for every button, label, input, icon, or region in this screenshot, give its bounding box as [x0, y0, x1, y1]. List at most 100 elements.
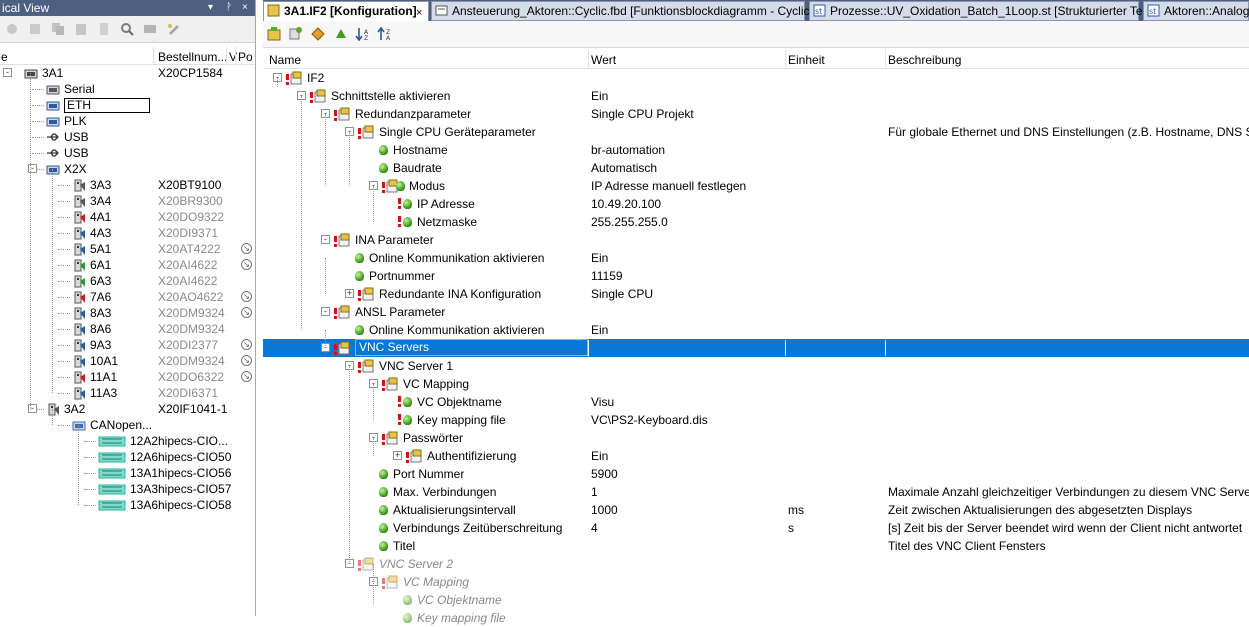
tree-node-4a1[interactable]: 4A1 X20DO9322 — [0, 209, 255, 225]
tree-node-8a6[interactable]: 8A6 X20DM9324 — [0, 321, 255, 337]
parameter-group-row[interactable]: - IF2 — [263, 69, 1249, 87]
parameter-row[interactable]: Key mapping file VC\PS2-Keyboard.dis — [263, 411, 1249, 429]
tab-close-icon[interactable]: × — [416, 4, 422, 22]
tree-node-3a1[interactable]: - 3A1 X20CP1584 — [0, 65, 255, 81]
collapse-icon[interactable]: - — [3, 68, 12, 77]
hardware-icon[interactable] — [142, 22, 158, 36]
copy-icon[interactable] — [50, 22, 66, 36]
column-value[interactable]: Wert — [591, 53, 616, 67]
parameter-value[interactable]: br-automation — [591, 141, 665, 159]
tree-node-3a4[interactable]: 3A4 X20BR9300 — [0, 193, 255, 209]
parameter-group-row[interactable]: - INA Parameter — [263, 231, 1249, 249]
expand-icon[interactable]: + — [345, 289, 354, 298]
tree-node-plk[interactable]: PLK — [0, 113, 255, 129]
tree-node-serial[interactable]: Serial — [0, 81, 255, 97]
tree-node-12a2[interactable]: 12A2 hipecs-CIO... — [0, 433, 255, 449]
panel-menu-icon[interactable]: ▾ — [208, 0, 213, 16]
parameter-row[interactable]: Hostname br-automation — [263, 141, 1249, 159]
parameter-value[interactable]: 255.255.255.0 — [591, 213, 668, 231]
parameter-value[interactable]: 1000 — [591, 501, 618, 519]
parameter-group-row[interactable]: + Redundante INA Konfiguration Single CPU — [263, 285, 1249, 303]
parameter-row[interactable]: Titel Titel des VNC Client Fensters — [263, 537, 1249, 555]
parameter-value[interactable]: VC\PS2-Keyboard.dis — [591, 411, 708, 429]
parameter-row[interactable]: Online Kommunikation aktivieren Ein — [263, 249, 1249, 267]
parameter-value[interactable]: Ein — [591, 87, 608, 105]
tree-node-13a3[interactable]: 13A3 hipecs-CIO57 — [0, 481, 255, 497]
find-icon[interactable] — [119, 22, 135, 36]
parameter-row[interactable]: Max. Verbindungen 1 Maximale Anzahl gleich… — [263, 483, 1249, 501]
parameter-row[interactable]: Aktualisierungsintervall 1000 ms Zeit zwisc… — [263, 501, 1249, 519]
paste-icon[interactable] — [73, 22, 89, 36]
parameter-value[interactable]: Single CPU — [591, 285, 653, 303]
tree-node-canopen-[interactable]: CANopen... — [0, 417, 255, 433]
tree-node-6a3[interactable]: 6A3 X20AI4622 — [0, 273, 255, 289]
collapse-icon[interactable]: - — [321, 307, 330, 316]
parameter-row[interactable]: Key mapping file — [263, 609, 1249, 627]
parameter-group-row[interactable]: - Single CPU Geräteparameter Für globale E… — [263, 123, 1249, 141]
tree-node-11a1[interactable]: 11A1 X20DO6322 ↘ — [0, 369, 255, 385]
tree-node-10a1[interactable]: 10A1 X20DM9324 ↘ — [0, 353, 255, 369]
properties-icon[interactable] — [27, 22, 43, 36]
tree-node-12a6[interactable]: 12A6 hipecs-CIO50 — [0, 449, 255, 465]
tab-cyclic-fbd[interactable]: Ansteuerung_Aktoren::Cyclic.fbd [Funktio… — [431, 1, 813, 21]
parameter-row[interactable]: IP Adresse 10.49.20.100 — [263, 195, 1249, 213]
rename-field[interactable]: ETH — [64, 98, 150, 113]
parameter-group-row[interactable]: - Schnittstelle aktivieren Ein — [263, 87, 1249, 105]
parameter-group-row[interactable]: - VC Mapping — [263, 573, 1249, 591]
parameter-row[interactable]: Portnummer 11159 — [263, 267, 1249, 285]
parameter-row[interactable]: Netzmaske 255.255.255.0 — [263, 213, 1249, 231]
collapse-icon[interactable]: - — [321, 235, 330, 244]
sort-ascending-icon[interactable]: ZA — [377, 26, 393, 42]
parameter-value[interactable]: Ein — [591, 249, 608, 267]
tree-node-usb[interactable]: USB — [0, 145, 255, 161]
expand-icon[interactable]: + — [393, 451, 402, 460]
parameter-group-row[interactable]: - VC Mapping — [263, 375, 1249, 393]
parameter-value[interactable]: 5900 — [591, 465, 618, 483]
tree-node-3a2[interactable]: -3A2 X20IF1041-1 — [0, 401, 255, 417]
tree-node-x2x[interactable]: - X2X — [0, 161, 255, 177]
add-parameter-icon[interactable] — [266, 26, 282, 42]
parameter-value[interactable]: 4 — [591, 519, 598, 537]
parameter-group-row[interactable]: - VNC Server 1 — [263, 357, 1249, 375]
parameter-value[interactable]: 10.49.20.100 — [591, 195, 661, 213]
insert-icon[interactable] — [287, 26, 303, 42]
parameter-value[interactable]: Single CPU Projekt — [591, 105, 694, 123]
tree-node-9a3[interactable]: 9A3 X20DI2377 ↘ — [0, 337, 255, 353]
parameter-group-row[interactable]: - Passwörter — [263, 429, 1249, 447]
tree-node-7a6[interactable]: 7A6 X20AO4622 ↘ — [0, 289, 255, 305]
parameter-value[interactable]: Automatisch — [591, 159, 657, 177]
parameter-value[interactable]: Ein — [591, 321, 608, 339]
parameter-row[interactable]: Baudrate Automatisch — [263, 159, 1249, 177]
column-position[interactable]: Po — [238, 50, 253, 64]
parameter-value[interactable]: 1 — [591, 483, 598, 501]
next-error-icon[interactable] — [333, 26, 349, 42]
tree-node-eth[interactable]: ETH — [0, 97, 255, 113]
tree-node-13a1[interactable]: 13A1 hipecs-CIO56 — [0, 465, 255, 481]
parameter-value[interactable]: Ein — [591, 447, 608, 465]
parameter-row[interactable]: Verbindungs Zeitüberschreitung 4 s [s] Zeit… — [263, 519, 1249, 537]
tab-actuators-analog[interactable]: st Aktoren::Analog — [1143, 1, 1249, 21]
navigate-icon[interactable] — [310, 26, 326, 42]
tab-structured-text[interactable]: st Prozesse::UV_Oxidation_Batch_1Loop.st… — [809, 1, 1155, 21]
tree-node-usb[interactable]: USB — [0, 129, 255, 145]
sort-descending-icon[interactable]: AZ — [355, 26, 371, 42]
parameter-row[interactable]: VC Objektname — [263, 591, 1249, 609]
tree-node-5a1[interactable]: 5A1 X20AT4222 ↘ — [0, 241, 255, 257]
parameter-value[interactable]: 11159 — [591, 267, 623, 285]
parameter-group-row[interactable]: - Modus IP Adresse manuell festlegen — [263, 177, 1249, 195]
column-description[interactable]: Beschreibung — [888, 53, 961, 67]
pin-icon[interactable]: ᚹ — [226, 0, 232, 16]
parameter-group-row[interactable]: - Redundanzparameter Single CPU Projekt — [263, 105, 1249, 123]
settings-icon[interactable] — [166, 22, 182, 36]
parameter-row[interactable]: Port Nummer 5900 — [263, 465, 1249, 483]
column-name[interactable]: Name — [269, 53, 301, 67]
parameter-group-row[interactable]: - VNC Server 2 — [263, 555, 1249, 573]
tree-node-3a3[interactable]: 3A3 X20BT9100 — [0, 177, 255, 193]
tree-node-6a1[interactable]: 6A1 X20AI4622 ↘ — [0, 257, 255, 273]
tree-node-4a3[interactable]: 4A3 X20DI9371 — [0, 225, 255, 241]
parameter-value[interactable]: Visu — [591, 393, 614, 411]
column-order-number[interactable]: Bestellnum... — [158, 50, 227, 64]
parameter-group-row[interactable]: + Authentifizierung Ein — [263, 447, 1249, 465]
parameter-value[interactable]: IP Adresse manuell festlegen — [591, 177, 746, 195]
tree-node-8a3[interactable]: 8A3 X20DM9324 ↘ — [0, 305, 255, 321]
